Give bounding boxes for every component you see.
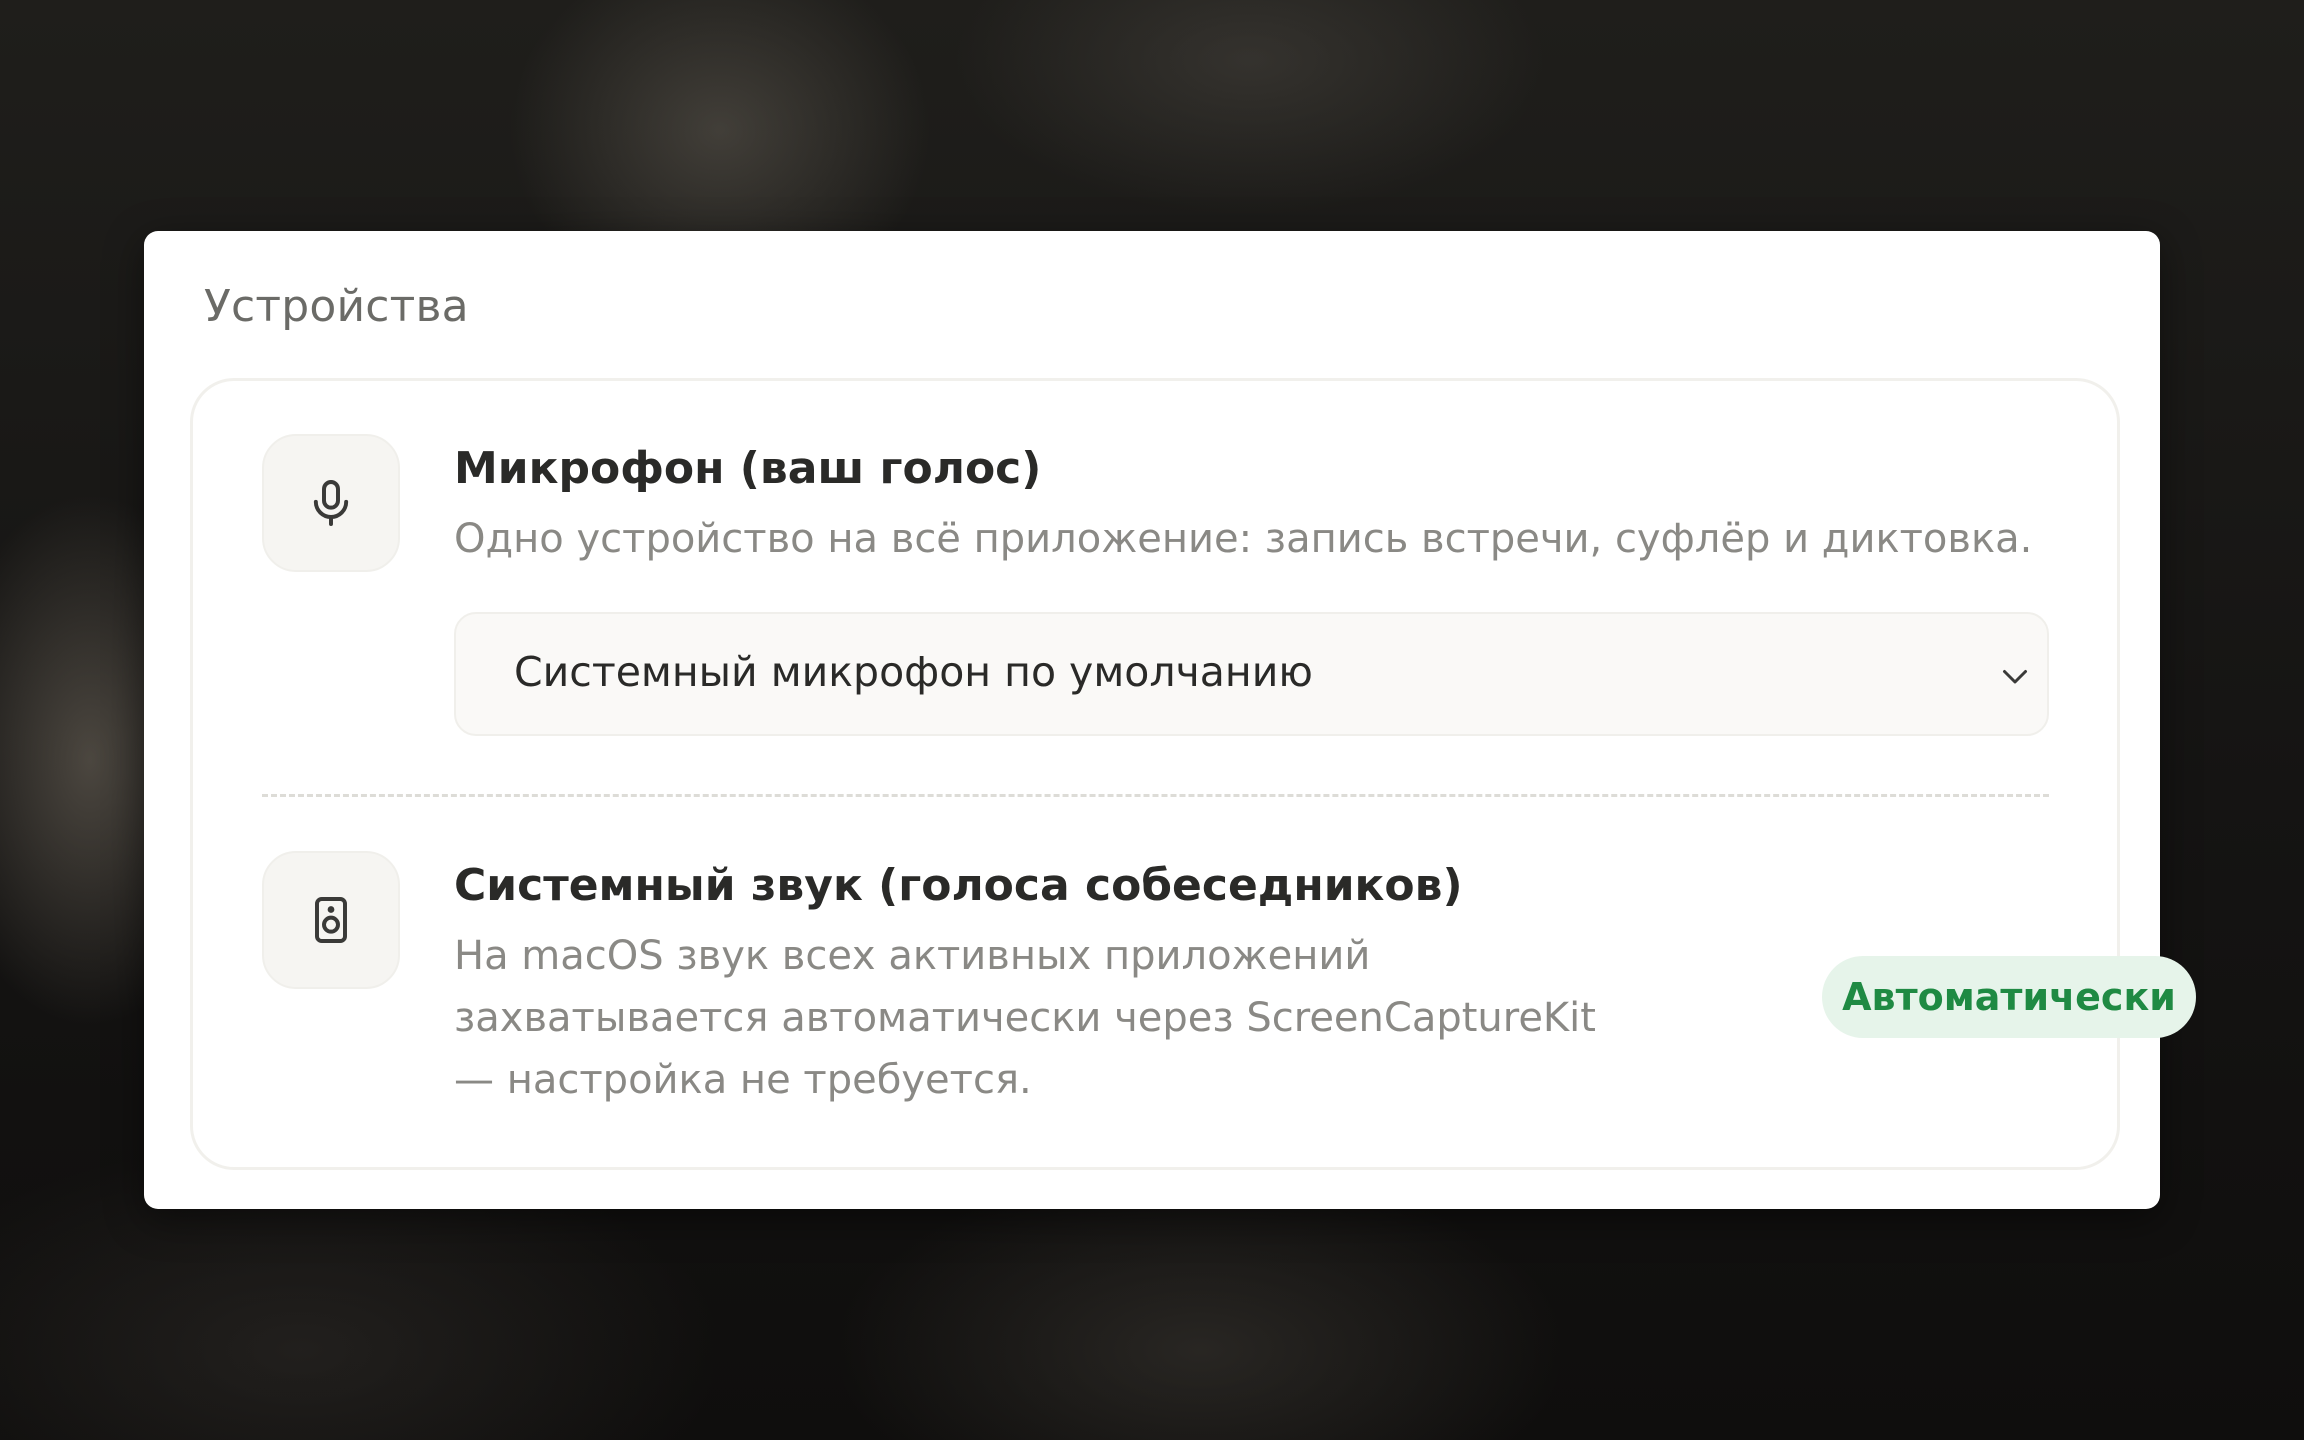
system-audio-description-line: захватывается автоматически через Screen… bbox=[454, 995, 1596, 1041]
microphone-select[interactable]: Системный микрофон по умолчанию bbox=[454, 612, 2049, 736]
speaker-icon bbox=[315, 897, 347, 943]
divider bbox=[262, 794, 2049, 797]
status-badge: Автоматически bbox=[1822, 956, 2196, 1038]
microphone-icon bbox=[313, 480, 349, 526]
microphone-icon-box bbox=[262, 434, 400, 572]
system-audio-description-line: — настройка не требуется. bbox=[454, 1057, 1032, 1103]
microphone-title: Микрофон (ваш голос) bbox=[454, 443, 1042, 494]
system-audio-description-line: На macOS звук всех активных приложений bbox=[454, 933, 1371, 979]
microphone-description: Одно устройство на всё приложение: запис… bbox=[454, 516, 2033, 562]
devices-panel: Устройства Микрофон (ваш голос) Одно уст… bbox=[144, 231, 2196, 1209]
status-badge-label: Автоматически bbox=[1842, 975, 2176, 1019]
system-audio-title: Системный звук (голоса собеседников) bbox=[454, 860, 1463, 911]
system-audio-description: На macOS звук всех активных приложений з… bbox=[454, 925, 1674, 1111]
devices-card: Микрофон (ваш голос) Одно устройство на … bbox=[190, 378, 2196, 1170]
speaker-icon-box bbox=[262, 851, 400, 989]
section-title: Устройства bbox=[204, 281, 469, 332]
chevron-down-icon bbox=[2003, 670, 2027, 684]
microphone-select-value: Системный микрофон по умолчанию bbox=[514, 648, 1313, 696]
